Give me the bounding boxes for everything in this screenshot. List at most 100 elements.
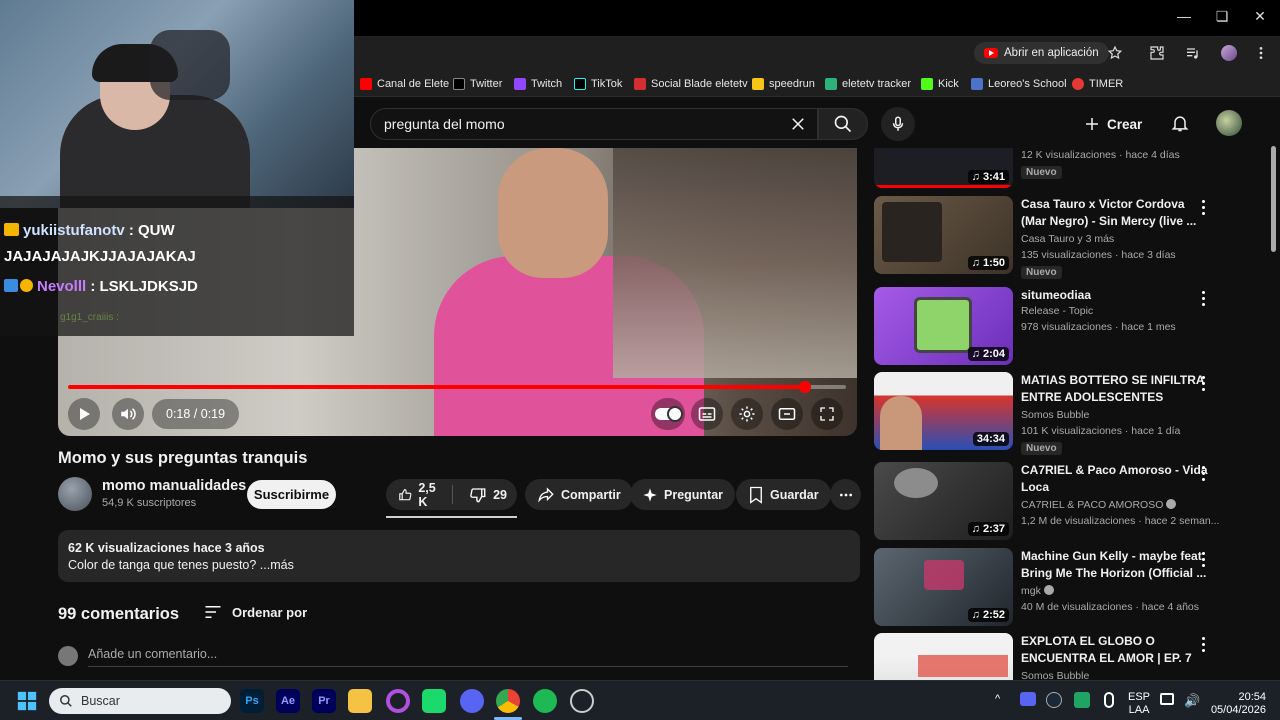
- recommendation-item[interactable]: EXPLOTA EL GLOBO O ENCUENTRA EL AMOR | E…: [874, 633, 1270, 680]
- more-options-icon[interactable]: [1198, 374, 1208, 392]
- bookmark-speedrun[interactable]: speedrun: [752, 74, 815, 94]
- bookmark-star-icon[interactable]: [1106, 44, 1124, 62]
- video-scrubber-handle[interactable]: [798, 381, 811, 393]
- theater-mode-button[interactable]: [771, 398, 803, 430]
- spotify-icon[interactable]: [533, 689, 557, 713]
- dislike-button[interactable]: 29: [459, 486, 517, 504]
- premiere-icon[interactable]: Pr: [312, 689, 336, 713]
- bookmark-eletetv-tracker[interactable]: eletetv tracker: [825, 74, 911, 94]
- channel-avatar[interactable]: [58, 477, 92, 511]
- recommendation-channel[interactable]: mgk: [1021, 585, 1054, 597]
- recommendation-title[interactable]: MATIAS BOTTERO SE INFILTRA ENTRE ADOLESC…: [1021, 372, 1211, 405]
- discord-icon[interactable]: [460, 689, 484, 713]
- like-button[interactable]: 2,5 K: [386, 481, 454, 509]
- settings-button[interactable]: [731, 398, 763, 430]
- photoshop-icon[interactable]: Ps: [240, 689, 264, 713]
- bookmark-kick[interactable]: Kick: [921, 74, 959, 94]
- taskbar-search[interactable]: Buscar: [49, 688, 231, 714]
- page-scrollbar[interactable]: [1269, 100, 1278, 680]
- recommendation-title[interactable]: CA7RIEL & Paco Amoroso - Vida Loca: [1021, 462, 1211, 495]
- description-box[interactable]: 62 K visualizaciones hace 3 años Color d…: [58, 530, 860, 582]
- tray-security-icon[interactable]: [1074, 692, 1090, 708]
- tray-discord-icon[interactable]: [1020, 692, 1036, 706]
- search-input[interactable]: pregunta del momo: [370, 108, 818, 140]
- more-options-icon[interactable]: [1198, 550, 1208, 568]
- fullscreen-button[interactable]: [811, 398, 843, 430]
- search-button[interactable]: [818, 108, 868, 140]
- recommendation-channel[interactable]: Somos Bubble: [1021, 670, 1089, 680]
- obs-icon[interactable]: [570, 689, 594, 713]
- recommendation-channel[interactable]: Somos Bubble: [1021, 409, 1089, 421]
- recommendation-item[interactable]: 34:34 MATIAS BOTTERO SE INFILTRA ENTRE A…: [874, 372, 1270, 458]
- file-explorer-icon[interactable]: [348, 689, 372, 713]
- recommendation-item[interactable]: ♫ 2:37 CA7RIEL & Paco Amoroso - Vida Loc…: [874, 462, 1270, 542]
- create-button[interactable]: Crear: [1083, 111, 1142, 137]
- recommendation-thumbnail[interactable]: ♫ 2:04: [874, 287, 1013, 365]
- network-icon[interactable]: [1160, 693, 1174, 705]
- bookmark-twitch[interactable]: Twitch: [514, 74, 562, 94]
- tray-steam-icon[interactable]: [1046, 692, 1062, 708]
- subtitles-button[interactable]: [691, 398, 723, 430]
- save-button[interactable]: Guardar: [736, 479, 831, 510]
- channel-name[interactable]: momo manualidades: [102, 478, 246, 494]
- more-actions-button[interactable]: [830, 479, 861, 510]
- recommendation-thumbnail[interactable]: ♫ 1:50: [874, 196, 1013, 274]
- extensions-icon[interactable]: [1148, 44, 1166, 62]
- bookmark-tiktok[interactable]: TikTok: [574, 74, 622, 94]
- clock[interactable]: 20:54 05/04/2026: [1210, 691, 1266, 717]
- maximize-button[interactable]: ❏: [1210, 6, 1234, 26]
- recommendation-channel[interactable]: Casa Tauro y 3 más: [1021, 233, 1114, 245]
- browser-menu-icon[interactable]: [1252, 44, 1270, 62]
- profile-avatar-icon[interactable]: [1220, 44, 1238, 62]
- play-button[interactable]: [68, 398, 100, 430]
- recommendation-channel[interactable]: Release - Topic: [1021, 305, 1093, 317]
- account-avatar[interactable]: [1216, 110, 1242, 136]
- recommendation-item[interactable]: ♫ 2:52 Machine Gun Kelly - maybe feat. B…: [874, 548, 1270, 628]
- tray-microphone-icon[interactable]: [1104, 692, 1114, 708]
- media-control-icon[interactable]: [1184, 44, 1202, 62]
- bookmark-social-blade[interactable]: Social Blade eletetv: [634, 74, 748, 94]
- volume-button[interactable]: [112, 398, 144, 430]
- bookmark-leoreos-school[interactable]: Leoreo's School: [971, 74, 1067, 94]
- recommendation-thumbnail[interactable]: ♫ 2:52: [874, 548, 1013, 626]
- recommendation-item[interactable]: ♫ 2:04 situmeodiaa Release - Topic 978 v…: [874, 287, 1270, 367]
- comment-input[interactable]: Añade un comentario...: [88, 647, 217, 661]
- recommendation-title[interactable]: EXPLOTA EL GLOBO O ENCUENTRA EL AMOR | E…: [1021, 633, 1211, 666]
- bookmark-timer[interactable]: TIMER: [1072, 74, 1123, 94]
- video-progress-bar[interactable]: [68, 381, 846, 393]
- volume-tray-icon[interactable]: 🔊: [1184, 693, 1200, 709]
- recommendation-thumbnail[interactable]: ♫ 2:37: [874, 462, 1013, 540]
- more-options-icon[interactable]: [1198, 635, 1208, 653]
- recommendation-thumbnail[interactable]: ♫ 3:41: [874, 148, 1013, 188]
- more-options-icon[interactable]: [1198, 464, 1208, 482]
- recommendation-thumbnail[interactable]: [874, 633, 1013, 680]
- canva-icon[interactable]: [386, 689, 410, 713]
- windows-start-icon[interactable]: [16, 690, 38, 717]
- recommendation-item[interactable]: ♫ 1:50 Casa Tauro x Victor Cordova (Mar …: [874, 196, 1270, 280]
- scrollbar-thumb[interactable]: [1271, 146, 1276, 252]
- sort-comments-button[interactable]: Ordenar por: [204, 604, 307, 620]
- recommendation-title[interactable]: situmeodiaa: [1021, 287, 1211, 304]
- recommendation-item[interactable]: ♫ 3:41 12 K visualizaciones · hace 4 día…: [874, 148, 1270, 190]
- share-button[interactable]: Compartir: [525, 479, 633, 510]
- bookmark-twitter[interactable]: Twitter: [453, 74, 502, 94]
- after-effects-icon[interactable]: Ae: [276, 689, 300, 713]
- language-indicator[interactable]: ESP LAA: [1128, 691, 1150, 717]
- tray-overflow-icon[interactable]: ^: [995, 693, 1000, 705]
- bookmark-canal-de-elete[interactable]: Canal de Elete: [360, 74, 449, 94]
- open-in-app-button[interactable]: Abrir en aplicación: [974, 42, 1109, 64]
- more-options-icon[interactable]: [1198, 198, 1208, 216]
- autoplay-toggle[interactable]: [651, 398, 685, 430]
- chrome-icon[interactable]: [496, 689, 520, 713]
- clear-search-icon[interactable]: [789, 115, 807, 138]
- recommendation-thumbnail[interactable]: 34:34: [874, 372, 1013, 450]
- kick-app-icon[interactable]: [422, 689, 446, 713]
- subscribe-button[interactable]: Suscribirme: [247, 480, 336, 509]
- ask-button[interactable]: Preguntar: [630, 479, 736, 510]
- recommendation-title[interactable]: Machine Gun Kelly - maybe feat. Bring Me…: [1021, 548, 1211, 581]
- voice-search-button[interactable]: [881, 107, 915, 141]
- more-options-icon[interactable]: [1198, 289, 1208, 307]
- recommendation-channel[interactable]: CA7RIEL & PACO AMOROSO: [1021, 499, 1177, 511]
- minimize-button[interactable]: —: [1172, 6, 1196, 26]
- recommendation-title[interactable]: Casa Tauro x Victor Cordova (Mar Negro) …: [1021, 196, 1211, 229]
